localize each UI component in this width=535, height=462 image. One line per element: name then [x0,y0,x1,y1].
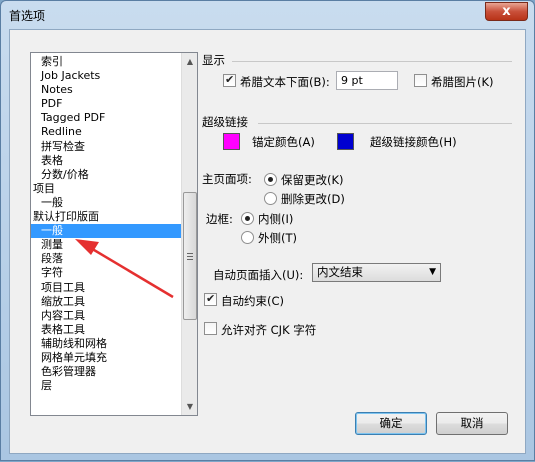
annotation-arrow-icon [75,239,174,299]
preferences-dialog: 首选项 x 索引 Job Jackets Notes PDF Tagged PDF Red… [0,0,535,461]
